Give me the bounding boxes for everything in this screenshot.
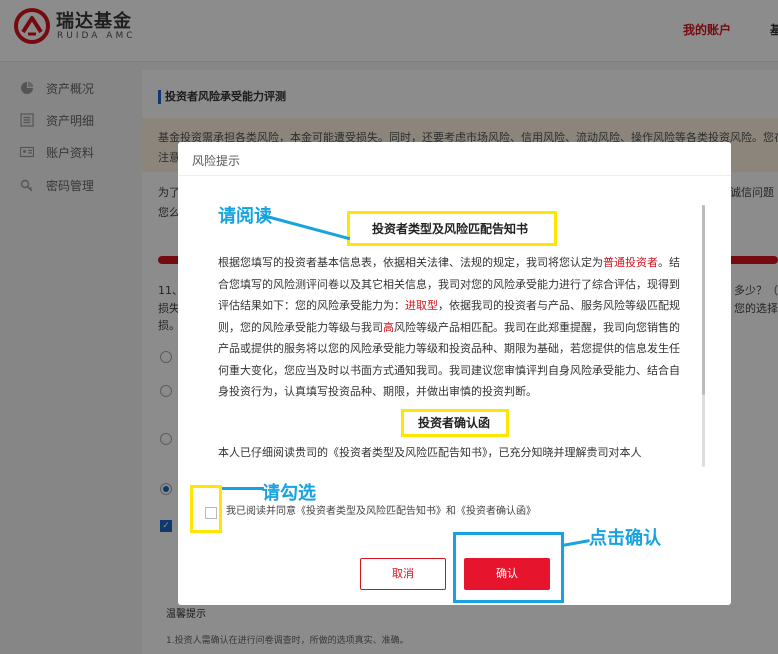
annotation-click-confirm: 点击确认 (589, 528, 661, 549)
product-risk-highlight: 高 (383, 320, 394, 334)
doc-body-matching-notice: 根据您填写的投资者基本信息表，依据相关法律、法规的规定，我司将您认定为普通投资者… (218, 252, 688, 403)
highlight-box-checkbox (190, 485, 222, 533)
dialog-scrollbar-thumb[interactable] (702, 205, 705, 395)
doc-text: 根据您填写的投资者基本信息表，依据相关法律、法规的规定，我司将您认定为 (218, 256, 603, 269)
highlight-box-confirm-button (453, 532, 564, 603)
highlight-box-doc-title (347, 211, 557, 246)
cancel-button[interactable]: 取消 (360, 558, 446, 590)
risk-level-highlight: 进取型 (405, 299, 438, 312)
annotation-arrow-check (222, 487, 264, 490)
investor-type-highlight: 普通投资者 (603, 256, 658, 269)
dialog-title: 风险提示 (192, 154, 241, 168)
highlight-box-confirm-title (401, 409, 509, 437)
agree-label[interactable]: 我已阅读并同意《投资者类型及风险匹配告知书》和《投资者确认函》 (226, 502, 566, 522)
doc-body-confirmation-letter: 本人已仔细阅读贵司的《投资者类型及风险匹配告知书》，已充分知晓并理解贵司对本人 (218, 446, 642, 459)
dialog-header: 风险提示 (178, 142, 731, 176)
annotation-check: 请勾选 (262, 483, 316, 504)
